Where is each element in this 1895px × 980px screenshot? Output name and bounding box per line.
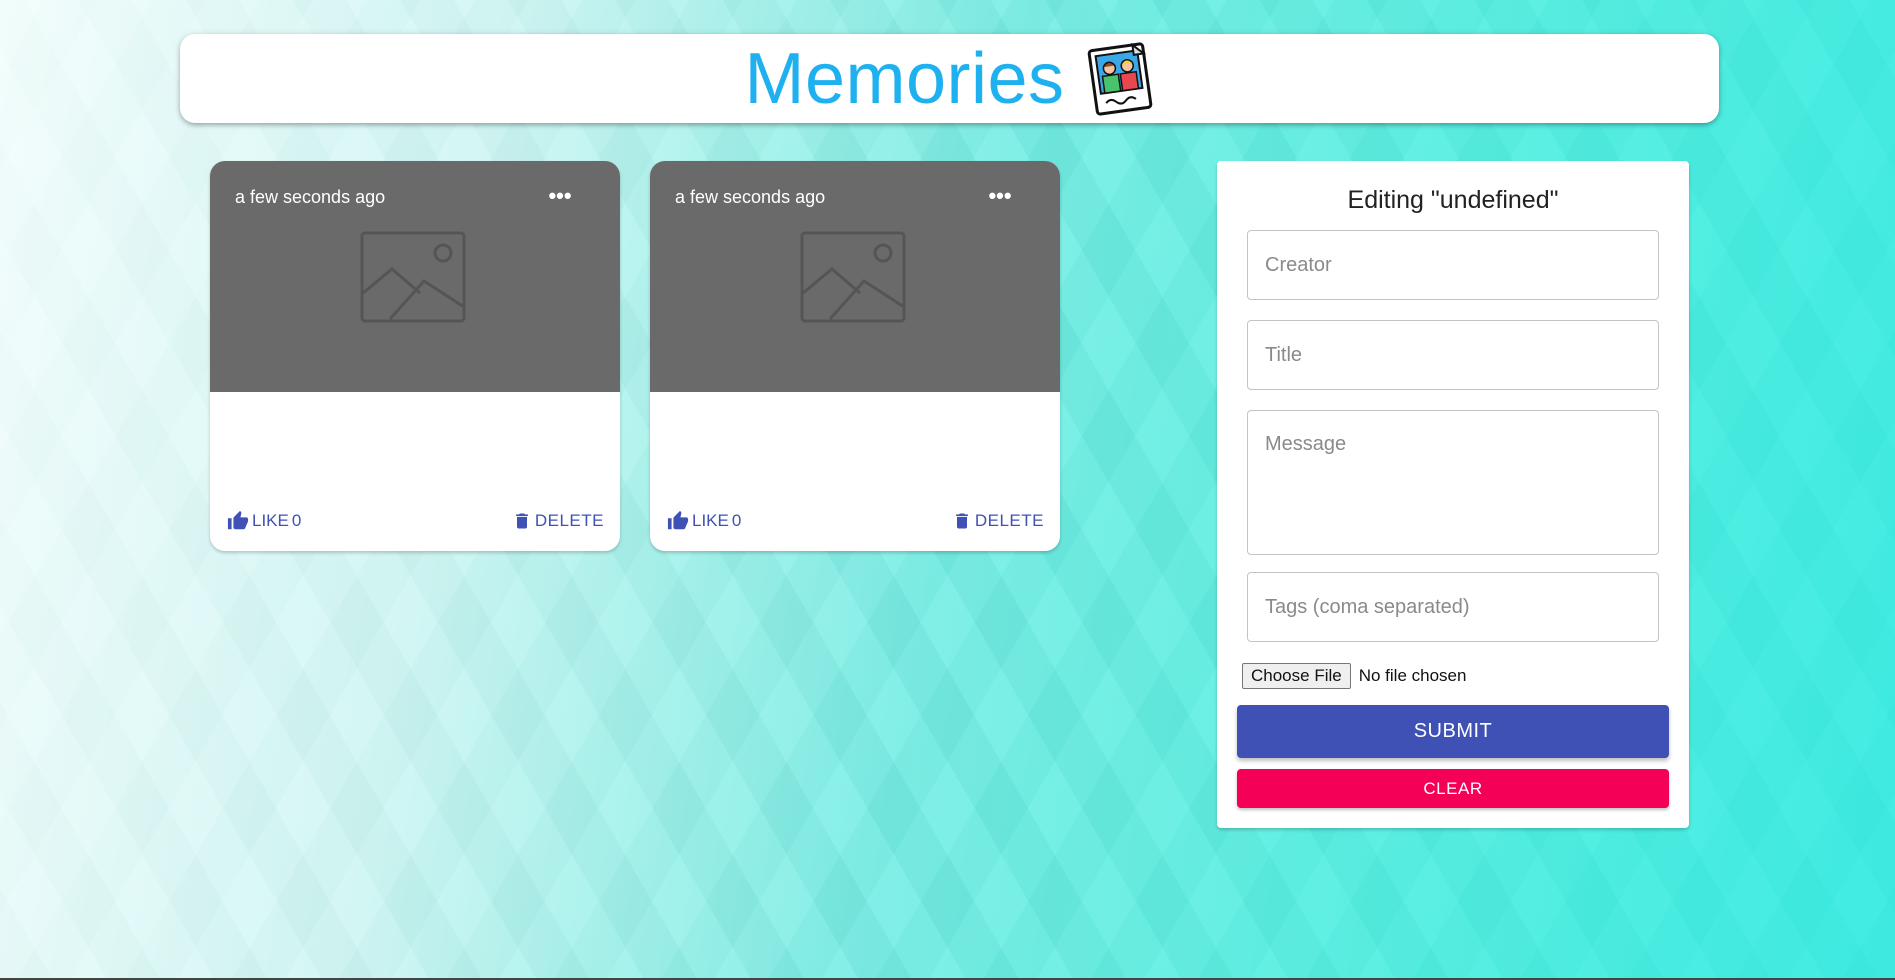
creator-input[interactable]	[1248, 231, 1658, 299]
delete-label: DELETE	[534, 511, 604, 530]
like-count: 0	[731, 511, 742, 530]
image-placeholder-icon	[360, 231, 466, 323]
trash-icon	[956, 513, 968, 529]
post-card: a few seconds ago ••• LIKE 0 DELETE	[210, 161, 620, 551]
like-button[interactable]: LIKE 0	[667, 510, 741, 532]
title-input[interactable]	[1248, 321, 1658, 389]
post-form: Editing "undefined" Choose File No file …	[1217, 161, 1689, 828]
submit-button[interactable]: SUBMIT	[1237, 705, 1669, 758]
like-button[interactable]: LIKE 0	[227, 510, 301, 532]
post-time: a few seconds ago	[235, 187, 386, 207]
post-media: a few seconds ago •••	[210, 161, 620, 392]
message-field	[1247, 410, 1659, 555]
file-upload: Choose File No file chosen	[1242, 663, 1466, 689]
app-bar: Memories	[180, 34, 1719, 123]
trash-icon	[516, 513, 528, 529]
like-count: 0	[291, 511, 302, 530]
card-actions: LIKE 0 DELETE	[650, 491, 1060, 551]
clear-button[interactable]: CLEAR	[1237, 769, 1669, 808]
creator-field	[1247, 230, 1659, 300]
tags-input[interactable]	[1248, 573, 1658, 641]
thumb-up-icon	[227, 510, 249, 530]
thumb-up-icon	[667, 510, 689, 530]
like-label: LIKE	[692, 511, 729, 530]
more-options-button[interactable]: •••	[540, 183, 580, 213]
post-time: a few seconds ago	[675, 187, 826, 207]
photo-frame-icon	[1087, 41, 1152, 116]
title-field	[1247, 320, 1659, 390]
message-input[interactable]	[1248, 411, 1658, 549]
post-card: a few seconds ago ••• LIKE 0 DELETE	[650, 161, 1060, 551]
form-title: Editing "undefined"	[1347, 186, 1559, 214]
choose-file-button[interactable]: Choose File	[1242, 663, 1351, 689]
like-label: LIKE	[252, 511, 289, 530]
delete-button[interactable]: DELETE	[952, 510, 1044, 532]
image-placeholder-icon	[800, 231, 906, 323]
delete-label: DELETE	[974, 511, 1044, 530]
app-title: Memories	[744, 38, 1065, 119]
card-actions: LIKE 0 DELETE	[210, 491, 620, 551]
delete-button[interactable]: DELETE	[512, 510, 604, 532]
tags-field	[1247, 572, 1659, 642]
file-status: No file chosen	[1358, 666, 1467, 685]
post-media: a few seconds ago •••	[650, 161, 1060, 392]
more-options-button[interactable]: •••	[980, 183, 1020, 213]
